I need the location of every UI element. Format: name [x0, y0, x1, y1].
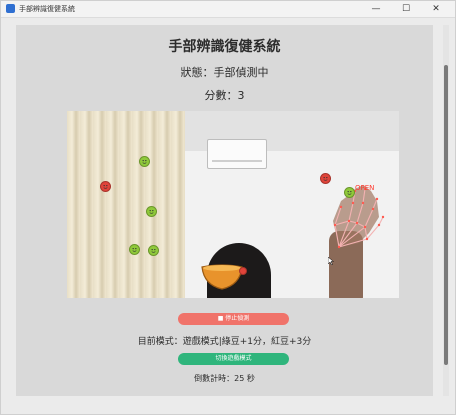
gesture-label: OPEN — [355, 184, 375, 192]
green-bean — [344, 187, 355, 198]
title-bar: 手部辨識復健系統 — ☐ ✕ — [1, 1, 455, 18]
mode-text: 目前模式：遊戲模式|綠豆+1分，紅豆+3分 — [137, 337, 312, 347]
bowl-icon — [201, 264, 243, 290]
app-title: 手部辨識復健系統 — [168, 39, 281, 55]
green-bean — [146, 206, 157, 217]
red-bean — [100, 181, 111, 192]
main-panel: 手部辨識復健系統 狀態：手部偵測中 分數：3 OPEN ■ 停止偵測 目前模式：… — [16, 25, 433, 396]
app-icon — [6, 4, 15, 13]
curtain — [67, 111, 185, 298]
score-text: 分數：3 — [204, 89, 245, 102]
maximize-button[interactable]: ☐ — [393, 1, 419, 17]
stop-detection-button[interactable]: ■ 停止偵測 — [178, 313, 289, 325]
countdown-text: 倒數計時：25 秒 — [194, 374, 255, 383]
green-bean — [148, 245, 159, 256]
window-title: 手部辨識復健系統 — [19, 5, 75, 13]
scrollbar[interactable] — [443, 25, 449, 396]
app-window: 手部辨識復健系統 — ☐ ✕ 手部辨識復健系統 狀態：手部偵測中 分數：3 OP… — [0, 0, 456, 415]
green-bean — [129, 244, 140, 255]
green-bean — [139, 156, 150, 167]
status-text: 狀態：手部偵測中 — [180, 66, 269, 79]
switch-mode-button[interactable]: 切換遊戲模式 — [178, 353, 289, 365]
scrollbar-thumb[interactable] — [444, 65, 448, 365]
red-bean — [239, 267, 247, 275]
close-button[interactable]: ✕ — [423, 1, 449, 17]
camera-feed: OPEN — [67, 111, 399, 298]
minimize-button[interactable]: — — [363, 1, 389, 17]
air-conditioner — [207, 139, 267, 169]
red-bean — [320, 173, 331, 184]
mouse-cursor-icon — [328, 257, 334, 265]
